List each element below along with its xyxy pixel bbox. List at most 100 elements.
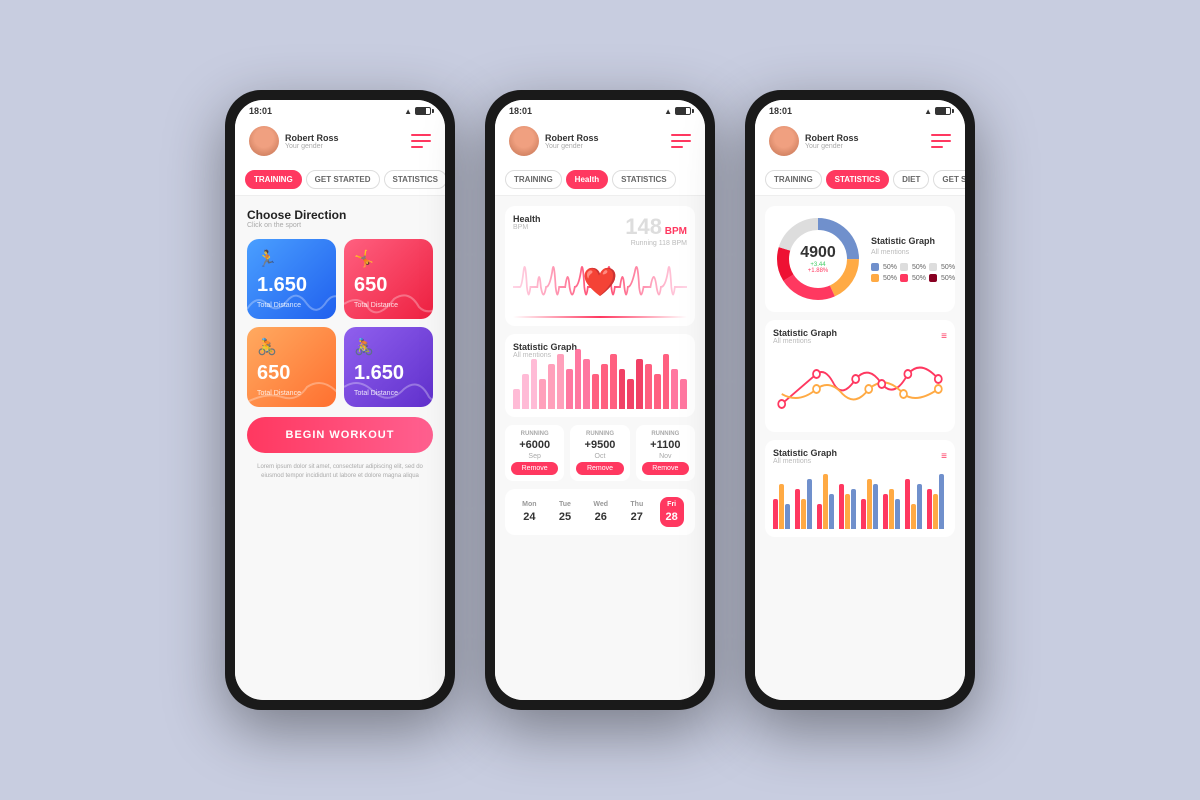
legend-6: 50%	[929, 274, 955, 282]
phone-1: 18:01 ▲ Robert Ross Your gender TRAINING…	[225, 90, 455, 710]
status-bar-1: 18:01 ▲	[235, 100, 445, 120]
donut-left: 4900 +3.44 +1.88%	[773, 214, 863, 304]
bar-item-6	[566, 369, 573, 409]
screen-content-1: Choose Direction Click on the sport 🏃 1.…	[235, 196, 445, 700]
legend-2: 50%	[900, 263, 926, 271]
remove-btn-oct[interactable]: Remove	[576, 462, 623, 475]
bar-stats-menu[interactable]: ≡	[941, 451, 947, 462]
profile-sub-3: Your gender	[805, 143, 859, 150]
grouped-bar-3-1	[845, 494, 850, 529]
status-icons-2: ▲	[664, 107, 691, 116]
menu-icon-2[interactable]	[671, 134, 691, 148]
profile-header-2: Robert Ross Your gender	[495, 120, 705, 164]
tab-training-2[interactable]: TRAINING	[505, 170, 562, 189]
tab-training-1[interactable]: TRAINING	[245, 170, 302, 189]
profile-name-2: Robert Ross	[545, 133, 599, 143]
grouped-bars	[773, 469, 947, 529]
battery-icon-2	[675, 107, 691, 115]
tab-getstarted-1[interactable]: GET STARTED	[306, 170, 380, 189]
card-gymnastics[interactable]: 🤸 650 Total Distance	[344, 239, 433, 319]
p2-content: Health BPM 148 BPM Running 118 BPM	[495, 196, 705, 545]
calendar: Mon 24 Tue 25 Wed 26 Thu	[505, 489, 695, 535]
card-label-2: Total Distance	[354, 302, 398, 309]
card-label-4: Total Distance	[354, 390, 398, 397]
running-label-nov: RUNNING	[651, 431, 679, 437]
heart-icon: ❤️	[583, 266, 618, 299]
cal-day-thu[interactable]: Thu 27	[624, 497, 649, 527]
donut-change2: +1.88%	[800, 268, 836, 274]
tab-statistics-1[interactable]: STATISTICS	[384, 170, 445, 189]
line-chart-menu[interactable]: ≡	[941, 331, 947, 342]
heart-monitor: Health BPM 148 BPM Running 118 BPM	[505, 206, 695, 326]
card-cycling1[interactable]: 🚴 650 Total Distance	[247, 327, 336, 407]
status-icons-1: ▲	[404, 107, 431, 116]
tab-gets-3[interactable]: GET S	[933, 170, 965, 189]
cal-day-fri[interactable]: Fri 28	[660, 497, 684, 527]
cal-day-mon[interactable]: Mon 24	[516, 497, 542, 527]
profile-info-1: Robert Ross Your gender	[249, 126, 339, 156]
bar-item-14	[636, 359, 643, 409]
grouped-bar-4-2	[873, 484, 878, 529]
legend-grid: 50% 50% 50% 50% 50% 50%	[871, 263, 955, 282]
grouped-bar-2-0	[817, 504, 822, 529]
donut-section: 4900 +3.44 +1.88% Statistic Graph All me…	[765, 206, 955, 312]
cal-day-tue[interactable]: Tue 25	[553, 497, 577, 527]
signal-icon-3: ▲	[924, 107, 932, 116]
bar-group-1	[795, 479, 815, 529]
card-label-1: Total Distance	[257, 302, 301, 309]
tab-diet-3[interactable]: DIET	[893, 170, 929, 189]
remove-btn-nov[interactable]: Remove	[642, 462, 689, 475]
tab-statistics-2[interactable]: STATISTICS	[612, 170, 675, 189]
card-label-3: Total Distance	[257, 390, 301, 397]
bar-item-2	[531, 359, 538, 409]
bar-item-11	[610, 354, 617, 409]
donut-value: 4900	[800, 244, 836, 262]
legend-4: 50%	[871, 274, 897, 282]
profile-header-3: Robert Ross Your gender	[755, 120, 965, 164]
choose-header: Choose Direction Click on the sport	[247, 208, 433, 229]
profile-text-2: Robert Ross Your gender	[545, 133, 599, 150]
running-value-sep: +6000	[519, 439, 550, 451]
tab-bar-1: TRAINING GET STARTED STATISTICS	[235, 164, 445, 196]
card-cycling2[interactable]: 🚴 1.650 Total Distance	[344, 327, 433, 407]
remove-btn-sep[interactable]: Remove	[511, 462, 558, 475]
phone-2-screen: 18:01 ▲ Robert Ross Your gender TRAINING…	[495, 100, 705, 700]
time-2: 18:01	[509, 106, 532, 116]
stat-sub-2: All mentions	[773, 338, 837, 345]
bar-item-15	[645, 364, 652, 409]
stat-title-2: Statistic Graph	[773, 328, 837, 338]
menu-icon-1[interactable]	[411, 134, 431, 148]
legend-1: 50%	[871, 263, 897, 271]
choose-title: Choose Direction	[247, 208, 433, 222]
tab-statistics-3[interactable]: STATISTICS	[826, 170, 889, 189]
signal-icon: ▲	[404, 107, 412, 116]
cycling-icon-1: 🚴	[257, 337, 277, 357]
avatar-2	[509, 126, 539, 156]
screen-content-3: 4900 +3.44 +1.88% Statistic Graph All me…	[755, 196, 965, 700]
avatar-3	[769, 126, 799, 156]
card-value-4: 1.650	[354, 362, 404, 385]
cycling-icon-2: 🚴	[354, 337, 374, 357]
bar-item-1	[522, 374, 529, 409]
running-card-oct: RUNNING +9500 Oct Remove	[570, 425, 629, 481]
donut-right: Statistic Graph All mentions 50% 50% 50%…	[871, 214, 955, 304]
grouped-bar-1-0	[795, 489, 800, 529]
bar-item-0	[513, 389, 520, 409]
menu-icon-3[interactable]	[931, 134, 951, 148]
grouped-bar-7-2	[939, 474, 944, 529]
bar-item-7	[575, 349, 582, 409]
p1-content: Choose Direction Click on the sport 🏃 1.…	[235, 196, 445, 493]
tab-training-3[interactable]: TRAINING	[765, 170, 822, 189]
bar-item-4	[548, 364, 555, 409]
grouped-bar-5-1	[889, 489, 894, 529]
begin-workout-button[interactable]: BEGIN WORKOUT	[247, 417, 433, 453]
phone-1-screen: 18:01 ▲ Robert Ross Your gender TRAINING…	[235, 100, 445, 700]
card-running[interactable]: 🏃 1.650 Total Distance	[247, 239, 336, 319]
bar-group-3	[839, 484, 859, 529]
tab-health-2[interactable]: Health	[566, 170, 608, 189]
cal-day-wed[interactable]: Wed 26	[587, 497, 614, 527]
grouped-bar-2-1	[823, 474, 828, 529]
grouped-bar-4-1	[867, 479, 872, 529]
begin-sub: Lorem ipsum dolor sit amet, consectetur …	[247, 463, 433, 481]
bar-item-19	[680, 379, 687, 409]
